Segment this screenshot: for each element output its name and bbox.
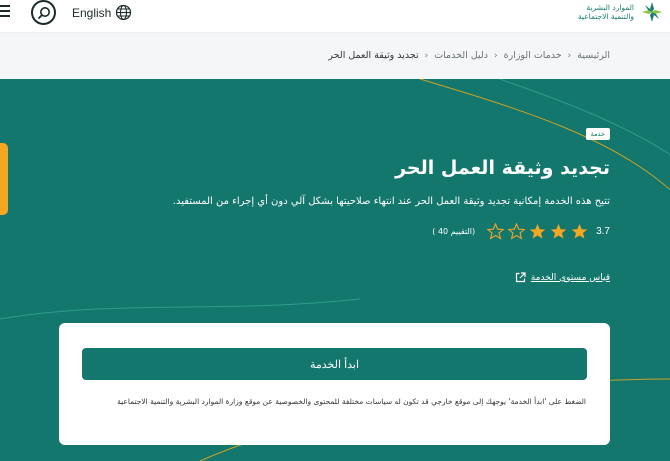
service-description: تتيح هذه الخدمة إمكانية تجديد وثيقة العم… xyxy=(172,196,610,207)
star-empty-icon[interactable] xyxy=(508,223,526,240)
menu-icon[interactable] xyxy=(0,5,12,19)
service-title: تجديد وثيقة العمل الحر xyxy=(395,157,610,179)
ministry-logo[interactable]: الموارد البشرية والتنمية الاجتماعية xyxy=(578,0,664,24)
service-badge: خدمة xyxy=(585,128,610,140)
service-hero: خدمة تجديد وثيقة العمل الحر تتيح هذه الخ… xyxy=(0,79,670,461)
language-switcher[interactable]: English xyxy=(72,4,132,21)
site-header: English الموارد البشرية والتنمية الاجتما… xyxy=(0,0,670,33)
star-filled-icon[interactable] xyxy=(550,223,567,240)
language-label: English xyxy=(72,5,112,20)
external-link-icon xyxy=(515,272,526,283)
feedback-tab[interactable] xyxy=(0,143,8,215)
service-rating: 3.7 (التقييم 40 ) xyxy=(432,223,610,240)
logo-line-2: والتنمية الاجتماعية xyxy=(577,12,634,21)
rating-stars xyxy=(487,223,588,240)
start-service-button[interactable]: ابدأ الخدمة xyxy=(82,348,587,380)
rating-count: (التقييم 40 ) xyxy=(432,227,476,236)
satisfaction-link[interactable]: قياس مستوى الخدمة xyxy=(515,272,610,283)
start-service-card: ابدأ الخدمة الضغط على 'ابدأ الخدمة' يوجه… xyxy=(59,323,610,445)
star-empty-icon[interactable] xyxy=(487,223,505,240)
breadcrumb-services-guide[interactable]: دليل الخدمات xyxy=(434,50,488,61)
chevron-left-icon: ‹ xyxy=(424,50,429,61)
search-button[interactable] xyxy=(31,0,56,25)
satisfaction-label: قياس مستوى الخدمة xyxy=(530,272,610,283)
breadcrumb: الرئيسية ‹ خدمات الوزارة ‹ دليل الخدمات … xyxy=(328,50,610,61)
external-site-notice: الضغط على 'ابدأ الخدمة' يوجهك إلى موقع خ… xyxy=(117,397,586,406)
breadcrumb-ministry-services[interactable]: خدمات الوزارة xyxy=(504,50,562,61)
breadcrumb-bar: الرئيسية ‹ خدمات الوزارة ‹ دليل الخدمات … xyxy=(0,33,670,79)
rating-value: 3.7 xyxy=(596,226,610,237)
star-filled-icon[interactable] xyxy=(571,223,588,240)
breadcrumb-current: تجديد وثيقة العمل الحر xyxy=(328,50,419,61)
globe-icon xyxy=(116,4,132,21)
search-icon xyxy=(37,6,50,19)
chevron-left-icon: ‹ xyxy=(494,50,498,61)
logo-line-1: الموارد البشرية xyxy=(586,3,634,12)
logo-mark-icon xyxy=(642,2,662,22)
chevron-left-icon: ‹ xyxy=(567,50,572,61)
breadcrumb-home[interactable]: الرئيسية xyxy=(577,50,610,61)
star-filled-icon[interactable] xyxy=(529,223,546,240)
